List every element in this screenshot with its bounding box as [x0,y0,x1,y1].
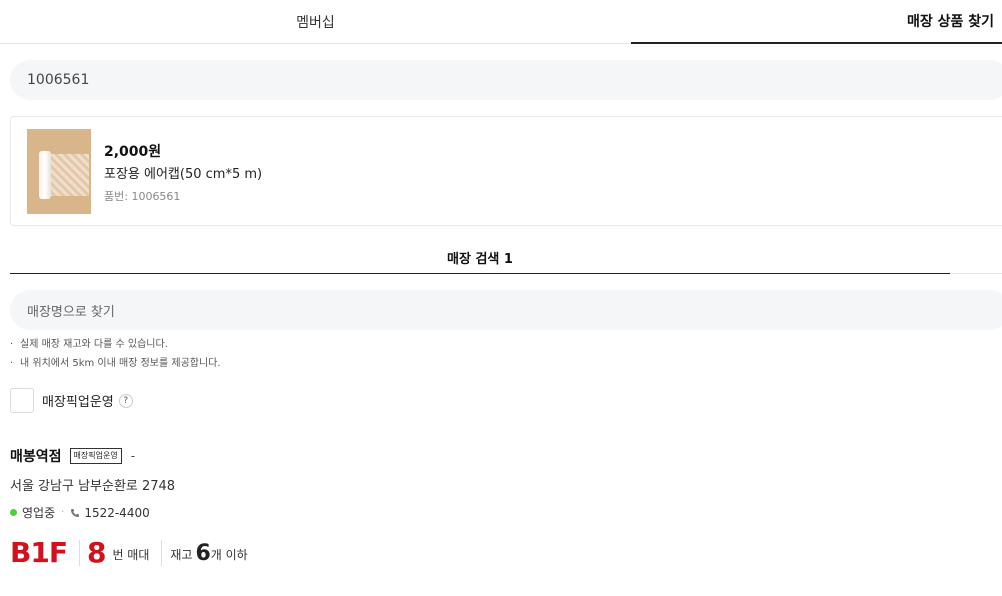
aisle-number: 8 [86,536,107,569]
notice-list: 실제 매장 재고와 다를 수 있습니다. 내 위치에서 5km 이내 매장 정보… [10,338,221,376]
pickup-checkbox[interactable] [10,388,34,413]
floor-label: B1F [10,536,68,569]
help-icon[interactable]: ? [118,393,133,408]
product-name: 포장용 에어캡(50 cm*5 m) [104,167,263,182]
store-distance: - [130,449,136,463]
notice-item: 실제 매장 재고와 다를 수 있습니다. [10,338,221,357]
stock-suffix: 개 이하 [210,548,248,562]
pickup-filter-label[interactable]: 매장픽업운영 [42,391,114,410]
aisle-label: 번 매대 [112,548,150,562]
separator: · [61,507,65,518]
product-location: B1F 8 번 매대 재고 6 개 이하 [10,536,248,568]
open-status-dot-icon [10,509,17,516]
store-name[interactable]: 매봉역점 [10,446,62,466]
pickup-badge: 매장픽업운영 [69,448,122,464]
product-search-input[interactable]: 1006561 [10,60,1002,100]
store-status-row: 영업중 · 1522-4400 [10,504,150,521]
phone-icon [70,508,80,518]
open-status: 영업중 [22,506,56,520]
store-address: 서울 강남구 남부순환로 2748 [10,479,176,494]
tab-store-product-search[interactable]: 매장 상품 찾기 [631,0,1002,44]
product-code: 품번: 1006561 [104,190,181,203]
notice-item: 내 위치에서 5km 이내 매장 정보를 제공합니다. [10,357,221,376]
product-card[interactable]: 2,000원 포장용 에어캡(50 cm*5 m) 품번: 1006561 [10,116,1002,226]
divider [950,273,1002,274]
divider [161,540,163,566]
pickup-filter: 매장픽업운영 ? [10,388,133,413]
product-price: 2,000원 [104,144,162,160]
store-phone[interactable]: 1522-4400 [84,506,149,520]
product-thumbnail [27,129,91,214]
stock-prefix: 재고 [170,548,193,562]
store-search-input[interactable]: 매장명으로 찾기 [10,290,1002,330]
product-search-value: 1006561 [27,72,90,88]
tab-bar: 멤버십 매장 상품 찾기 [0,0,1002,44]
stock-count: 6 [195,541,211,566]
tab-membership[interactable]: 멤버십 [0,0,631,43]
tab-store-search[interactable]: 매장 검색 1 [10,248,950,274]
store-search-tab-label: 매장 검색 1 [447,252,513,267]
store-header: 매봉역점 매장픽업운영 - [10,446,135,466]
divider [78,540,80,566]
store-search-placeholder: 매장명으로 찾기 [27,304,115,320]
